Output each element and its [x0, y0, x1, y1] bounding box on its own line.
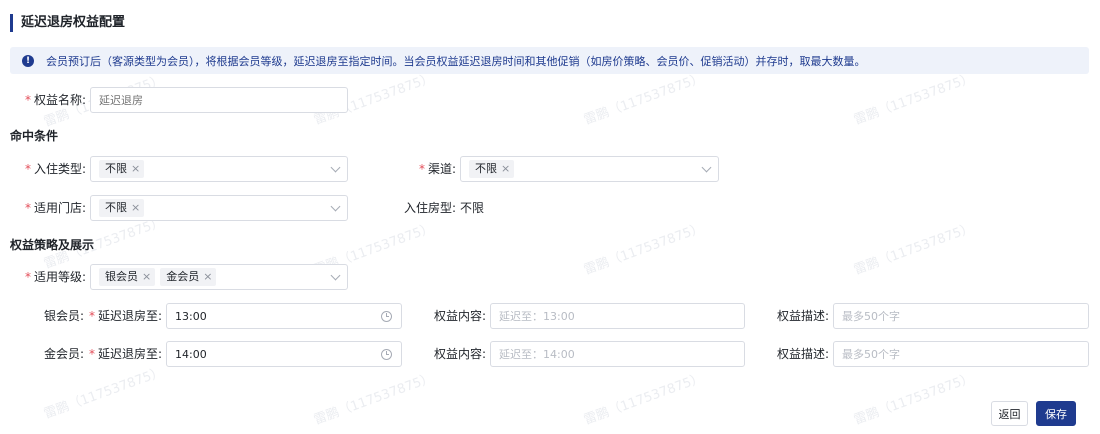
delay-label-gold: * 延迟退房至: [88, 341, 162, 367]
section-conditions: 命中条件 [10, 129, 59, 143]
chevron-down-icon[interactable] [330, 162, 341, 173]
watermark: 雷鹏（117537875） [581, 370, 706, 429]
checkin-type-select[interactable]: 不限 × [90, 156, 348, 182]
channel-label-text: 渠道: [427, 162, 456, 176]
desc-label-gold: 权益描述: [776, 347, 829, 361]
tag-text: 银会员 [105, 270, 138, 283]
watermark: 雷鹏（117537875） [851, 220, 976, 279]
gold-content-input[interactable]: 延迟至：14:00 [490, 341, 745, 367]
tag-silver: 银会员 × [99, 268, 156, 286]
required-mark: * [418, 162, 425, 176]
channel-label: * 渠道: [380, 156, 456, 182]
tag-text: 不限 [475, 162, 497, 175]
close-icon[interactable]: × [142, 268, 151, 286]
tag-unlimited: 不限 × [99, 199, 145, 217]
room-type-value: 不限 [460, 201, 485, 215]
watermark: 雷鹏（117537875） [311, 370, 436, 429]
content-label-silver: 权益内容: [433, 309, 486, 323]
watermark: 雷鹏（117537875） [581, 70, 706, 129]
silver-content-input[interactable]: 延迟至：13:00 [490, 303, 745, 329]
silver-desc-placeholder: 最多50个字 [842, 310, 900, 323]
tag-unlimited: 不限 × [469, 160, 515, 178]
close-icon[interactable]: × [501, 160, 510, 178]
required-mark: * [24, 162, 31, 176]
delay-label-text: 延迟退房至: [97, 347, 162, 361]
required-mark: * [88, 347, 95, 361]
required-mark: * [24, 93, 31, 107]
gold-desc-placeholder: 最多50个字 [842, 348, 900, 361]
store-select[interactable]: 不限 × [90, 195, 348, 221]
watermark: 雷鹏（117537875） [851, 70, 976, 129]
benefit-name-label: * 权益名称: [10, 87, 86, 113]
info-notice: ! 会员预订后（客源类型为会员），将根据会员等级，延迟退房至指定时间。当会员权益… [10, 47, 1089, 74]
levels-label-text: 适用等级: [33, 270, 86, 284]
channel-select[interactable]: 不限 × [460, 156, 719, 182]
content-label-gold: 权益内容: [433, 347, 486, 361]
page-title: 延迟退房权益配置 [10, 14, 125, 32]
checkin-type-label: * 入住类型: [10, 156, 86, 182]
delay-label-silver: * 延迟退房至: [88, 303, 162, 329]
level-row-label-silver: 银会员: [43, 309, 84, 323]
room-type-label: 入住房型: [403, 201, 456, 215]
gold-time-value: 14:00 [175, 347, 207, 361]
gold-content-placeholder: 延迟至：14:00 [499, 348, 575, 361]
clock-icon[interactable] [381, 311, 392, 322]
gold-time-picker[interactable]: 14:00 [166, 341, 402, 367]
level-row-label-gold: 金会员: [43, 347, 84, 361]
required-mark: * [88, 309, 95, 323]
desc-label-silver: 权益描述: [776, 309, 829, 323]
info-icon: ! [22, 54, 34, 67]
back-button[interactable]: 返回 [991, 401, 1028, 426]
tag-gold: 金会员 × [160, 268, 217, 286]
notice-text: 会员预订后（客源类型为会员），将根据会员等级，延迟退房至指定时间。当会员权益延迟… [46, 54, 866, 68]
required-mark: * [24, 201, 31, 215]
benefit-name-input[interactable] [90, 87, 348, 113]
clock-icon[interactable] [381, 349, 392, 360]
tag-text: 不限 [105, 201, 127, 214]
delay-label-text: 延迟退房至: [97, 309, 162, 323]
store-label: * 适用门店: [10, 195, 86, 221]
required-mark: * [24, 270, 31, 284]
tag-text: 不限 [105, 162, 127, 175]
chevron-down-icon[interactable] [330, 270, 341, 281]
checkin-type-label-text: 入住类型: [33, 162, 86, 176]
store-label-text: 适用门店: [33, 201, 86, 215]
close-icon[interactable]: × [203, 268, 212, 286]
levels-label: * 适用等级: [10, 264, 86, 290]
chevron-down-icon[interactable] [330, 201, 341, 212]
chevron-down-icon[interactable] [701, 162, 712, 173]
tag-text: 金会员 [166, 270, 200, 283]
close-icon[interactable]: × [131, 160, 140, 178]
silver-desc-input[interactable]: 最多50个字 [833, 303, 1089, 329]
watermark: 雷鹏（117537875） [581, 220, 706, 279]
levels-select[interactable]: 银会员 × 金会员 × [90, 264, 348, 290]
save-button[interactable]: 保存 [1036, 401, 1076, 426]
benefit-name-label-text: 权益名称: [33, 93, 86, 107]
silver-time-value: 13:00 [175, 309, 207, 323]
gold-desc-input[interactable]: 最多50个字 [833, 341, 1089, 367]
close-icon[interactable]: × [131, 199, 140, 217]
watermark: 雷鹏（117537875） [851, 370, 976, 429]
tag-unlimited: 不限 × [99, 160, 145, 178]
watermark: 雷鹏（117537875） [41, 364, 166, 423]
silver-content-placeholder: 延迟至：13:00 [499, 310, 575, 323]
silver-time-picker[interactable]: 13:00 [166, 303, 402, 329]
section-strategy: 权益策略及展示 [10, 238, 95, 252]
